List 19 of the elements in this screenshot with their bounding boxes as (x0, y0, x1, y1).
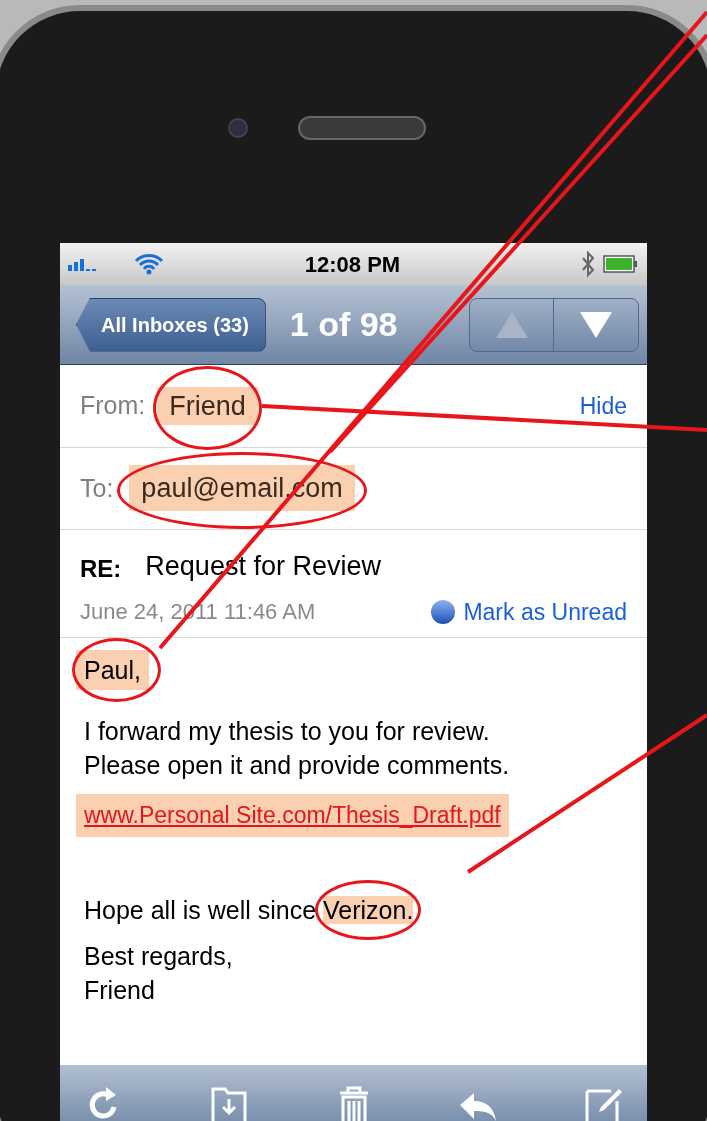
hide-link[interactable]: Hide (579, 388, 627, 424)
sender-name[interactable]: Friend (157, 386, 258, 425)
body-text: Best regards, Friend (83, 940, 234, 1006)
up-triangle-icon (495, 311, 528, 338)
from-label: From: (80, 390, 146, 422)
message-counter: 1 of 98 (289, 304, 399, 345)
back-button[interactable]: All Inboxes (33) (76, 297, 266, 352)
subject-label: RE: (80, 553, 122, 584)
status-time: 12:08 PM (304, 250, 401, 279)
attachment-link[interactable]: www.Personal Site.com/Thesis_Draft.pdf (76, 794, 509, 837)
bluetooth-icon (581, 250, 595, 278)
down-triangle-icon (580, 311, 612, 338)
to-label: To: (80, 472, 114, 504)
mark-as-unread-button[interactable]: Mark as Unread (431, 594, 627, 629)
greeting-text: Paul, (76, 650, 149, 690)
body-text: I forward my thesis to you for review. Please open it and provide comments. (83, 716, 511, 781)
battery-icon (603, 255, 639, 273)
wifi-icon (134, 253, 164, 275)
body-text: Hope all is well since Verizon. (76, 892, 422, 927)
